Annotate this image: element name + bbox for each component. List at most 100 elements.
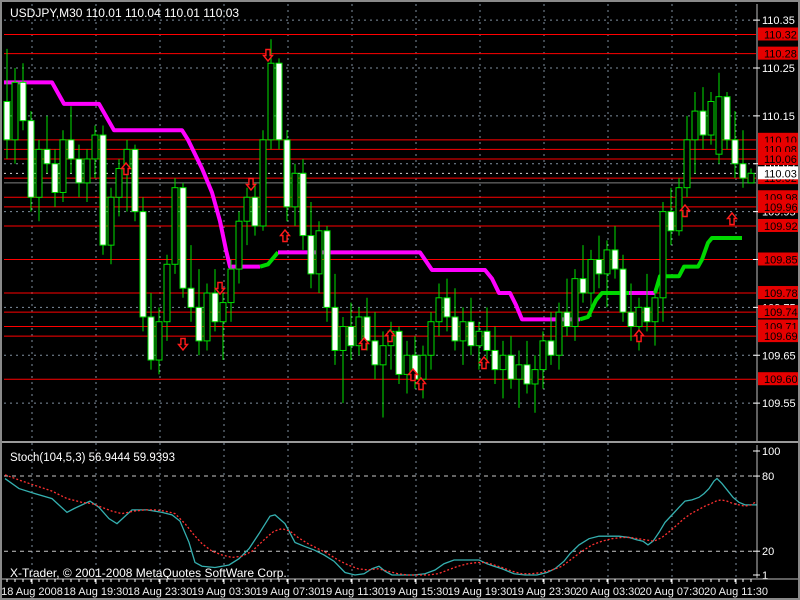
candle-body bbox=[443, 297, 451, 318]
candle-body bbox=[203, 292, 211, 342]
candle-body bbox=[163, 263, 171, 323]
trend-line-down bbox=[278, 250, 580, 322]
candle-body bbox=[339, 326, 347, 351]
buy-arrow-icon bbox=[726, 211, 738, 226]
candle-body bbox=[731, 139, 739, 165]
candle-body bbox=[491, 349, 499, 371]
candle-body bbox=[67, 139, 75, 160]
candle-body bbox=[723, 96, 731, 141]
candle-body bbox=[291, 172, 299, 208]
price-level-box-label: 110.28 bbox=[764, 49, 797, 61]
time-axis-label: 19 Aug 11:30 bbox=[320, 586, 384, 598]
price-levels-layer bbox=[4, 33, 756, 380]
candle-body bbox=[59, 139, 67, 193]
candle-body bbox=[427, 321, 435, 356]
time-axis-layer: 18 Aug 2008 18 Aug 19:30 18 Aug 23:30 19 Au… bbox=[2, 579, 768, 598]
candle-body bbox=[147, 316, 155, 361]
copyright-status-text: X-Trader, © 2001-2008 MetaQuotes SoftWar… bbox=[10, 566, 287, 580]
stoch-tick-label: 1 bbox=[762, 570, 768, 582]
sell-arrow-icon bbox=[245, 177, 257, 192]
candle-body bbox=[155, 321, 163, 361]
candle-body bbox=[515, 364, 523, 380]
price-level-box-label: 109.60 bbox=[764, 374, 798, 386]
time-axis-label: 19 Aug 15:30 bbox=[384, 586, 449, 598]
time-axis-label: 20 Aug 03:30 bbox=[576, 586, 641, 598]
candle-body bbox=[715, 96, 723, 155]
candle-body bbox=[379, 345, 387, 366]
candle-body bbox=[523, 364, 531, 385]
candle-body bbox=[651, 297, 659, 323]
candle-body bbox=[395, 330, 403, 375]
candle-body bbox=[171, 187, 179, 265]
candle-body bbox=[75, 158, 83, 184]
candle-body bbox=[83, 158, 91, 184]
candle-body bbox=[115, 168, 123, 198]
candle-body bbox=[219, 302, 227, 323]
candle-body bbox=[299, 172, 307, 237]
candle-body bbox=[323, 230, 331, 308]
candle-body bbox=[691, 110, 699, 141]
candle-body bbox=[435, 297, 443, 323]
candle-body bbox=[683, 139, 691, 189]
candle-body bbox=[667, 211, 675, 232]
candle-body bbox=[195, 306, 203, 342]
stoch-tick-label: 20 bbox=[762, 546, 774, 558]
candle-body bbox=[3, 101, 11, 141]
candle-body bbox=[19, 81, 27, 122]
time-axis-label: 19 Aug 03:30 bbox=[192, 586, 257, 598]
stoch-tick-label: 80 bbox=[762, 471, 774, 483]
candle-body bbox=[179, 187, 187, 289]
candle-body bbox=[27, 120, 35, 198]
stochastic-layer bbox=[4, 474, 758, 576]
candle-body bbox=[483, 330, 491, 351]
sell-arrow-icon bbox=[177, 337, 189, 352]
candle-body bbox=[99, 134, 107, 246]
candle-body bbox=[419, 354, 427, 380]
time-axis-label: 19 Aug 19:30 bbox=[448, 586, 513, 598]
price-tick-label: 109.65 bbox=[762, 350, 796, 362]
candle-body bbox=[227, 268, 235, 304]
price-level-box-label: 109.78 bbox=[764, 288, 798, 300]
candle-body bbox=[235, 220, 243, 270]
candle-body bbox=[315, 230, 323, 275]
price-tick-label: 109.55 bbox=[762, 398, 796, 410]
candle-body bbox=[587, 259, 595, 294]
candle-body bbox=[611, 249, 619, 270]
candle-body bbox=[579, 278, 587, 294]
candle-body bbox=[251, 196, 259, 227]
candle-body bbox=[555, 311, 563, 356]
time-axis-label: 19 Aug 07:30 bbox=[256, 586, 321, 598]
candle-body bbox=[499, 354, 507, 371]
candle-body bbox=[507, 354, 515, 380]
candle-body bbox=[51, 163, 59, 193]
candle-body bbox=[739, 163, 747, 179]
price-level-box-label: 109.74 bbox=[764, 307, 798, 319]
buy-arrow-icon bbox=[633, 328, 645, 343]
trend-line-up bbox=[653, 235, 742, 294]
price-level-box-label: 110.06 bbox=[764, 154, 797, 166]
stoch-tick-label: 100 bbox=[762, 446, 780, 458]
candle-body bbox=[43, 148, 51, 165]
candle-body bbox=[259, 139, 267, 227]
candle-body bbox=[539, 340, 547, 371]
chart-title: USDJPY,M30 110.01 110.04 110.01 110.03 bbox=[10, 6, 239, 20]
time-axis-label: 19 Aug 23:30 bbox=[512, 586, 577, 598]
candle-body bbox=[403, 354, 411, 375]
stochastic-label: Stoch(104,5,3) 56.9444 59.9393 bbox=[10, 452, 175, 464]
candle-body bbox=[139, 211, 147, 318]
candle-body bbox=[707, 101, 715, 136]
candle-body bbox=[451, 316, 459, 342]
candle-body bbox=[643, 306, 651, 323]
current-price-box-label: 110.03 bbox=[764, 168, 797, 180]
stoch-signal-line bbox=[4, 474, 758, 576]
candle-body bbox=[275, 62, 283, 141]
time-axis-label: 20 Aug 11:30 bbox=[704, 586, 768, 598]
candle-body bbox=[347, 326, 355, 347]
candle-body bbox=[747, 172, 755, 184]
price-tick-label: 110.35 bbox=[762, 15, 795, 27]
chart-canvas[interactable]: 110.35110.25110.15110.05109.95109.85109.… bbox=[2, 2, 798, 598]
candle-body bbox=[187, 287, 195, 308]
price-level-box-label: 109.92 bbox=[764, 221, 798, 233]
candle-body bbox=[467, 321, 475, 347]
price-level-box-label: 109.96 bbox=[764, 202, 798, 214]
